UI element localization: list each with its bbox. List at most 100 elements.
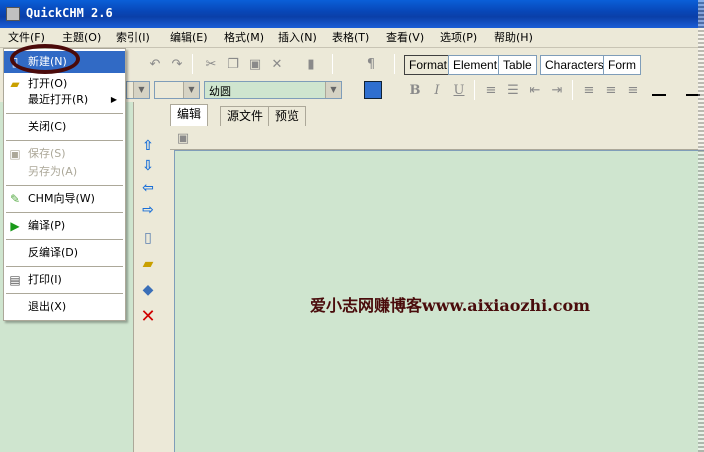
arrow-down-icon[interactable]: ⇩ — [138, 156, 158, 176]
delete-x-icon[interactable]: ✕ — [268, 55, 286, 73]
underline-button[interactable]: U — [450, 81, 468, 99]
menu-item-label: 退出(X) — [28, 300, 67, 313]
play-icon: ▶ — [10, 219, 20, 233]
menu-item-close[interactable]: 关闭(C) — [4, 116, 125, 138]
menu-item-label: 另存为(A) — [28, 165, 78, 178]
chevron-down-icon: ▼ — [133, 82, 149, 98]
format-toolbar: ▼ ▼ 幼圆 ▼ B I U ≡ ☰ ⇤ ⇥ ≡ ≡ ≡ — [126, 78, 704, 102]
menu-options[interactable]: 选项(P) — [440, 30, 477, 46]
menu-bar: 文件(F) 主题(O) 索引(I) 编辑(E) 格式(M) 插入(N) 表格(T… — [0, 28, 704, 48]
arrow-up-icon[interactable]: ⇧ — [138, 136, 158, 156]
color-picker-icon[interactable] — [364, 81, 382, 99]
redo-icon[interactable]: ↷ — [168, 55, 186, 73]
chevron-down-icon: ▼ — [183, 82, 199, 98]
app-icon[interactable] — [6, 7, 20, 21]
menu-table[interactable]: 表格(T) — [332, 30, 369, 46]
font-name: 幼圆 — [209, 85, 231, 98]
menu-help[interactable]: 帮助(H) — [494, 30, 533, 46]
delete-icon[interactable]: ✕ — [138, 306, 158, 327]
printer-icon: ▤ — [9, 273, 21, 287]
bold-button[interactable]: B — [406, 81, 424, 99]
menu-separator — [6, 293, 123, 294]
italic-button[interactable]: I — [428, 81, 446, 99]
chevron-down-icon: ▼ — [325, 82, 341, 98]
menu-item-save-as[interactable]: 另存为(A) — [4, 161, 125, 183]
open-folder-icon[interactable]: ▰ — [138, 254, 158, 274]
menu-view[interactable]: 查看(V) — [386, 30, 424, 46]
menu-item-decompile[interactable]: 反编译(D) — [4, 242, 125, 264]
menu-item-print[interactable]: ▤ 打印(I) — [4, 269, 125, 291]
align-center-icon[interactable]: ≡ — [602, 81, 620, 99]
save-icon: ▣ — [9, 147, 21, 161]
toolbar-separator — [332, 54, 333, 74]
screen-edge — [698, 0, 704, 452]
arrow-left-icon[interactable]: ⇦ — [138, 178, 158, 198]
tab-characters[interactable]: Characters — [540, 55, 609, 75]
menu-insert[interactable]: 插入(N) — [278, 30, 317, 46]
tab-element[interactable]: Element — [448, 55, 503, 75]
tab-edit[interactable]: 编辑 — [170, 104, 209, 126]
outdent-icon[interactable]: ⇤ — [526, 81, 544, 99]
main-toolbar: ↶ ↷ ✂ ❐ ▣ ✕ ▮ ¶ Format Element Table Cha… — [126, 50, 704, 78]
cut-icon[interactable]: ✂ — [202, 55, 220, 73]
menu-separator — [6, 113, 123, 114]
annotation-circle — [10, 44, 80, 74]
menu-separator — [6, 212, 123, 213]
window-title: QuickCHM 2.6 — [26, 6, 113, 20]
toolbar-separator — [474, 80, 475, 100]
numbered-list-icon[interactable]: ≡ — [482, 81, 500, 99]
title-bar: QuickCHM 2.6 — [0, 0, 704, 28]
arrow-right-icon[interactable]: ⇨ — [138, 200, 158, 220]
menu-separator — [6, 185, 123, 186]
watermark-text: 爱小志网赚博客www.aixiaozhi.com — [310, 296, 591, 315]
tab-form[interactable]: Form — [603, 55, 641, 75]
editor-toolbar: ▣ — [170, 126, 704, 150]
tab-preview[interactable]: 预览 — [268, 106, 307, 126]
menu-item-label: CHM向导(W) — [28, 192, 95, 205]
menu-item-recent[interactable]: 最近打开(R) ▶ — [4, 89, 125, 111]
menu-item-exit[interactable]: 退出(X) — [4, 296, 125, 318]
text-color-icon[interactable] — [652, 94, 666, 96]
menu-item-label: 关闭(C) — [28, 120, 67, 133]
save-icon[interactable]: ▣ — [174, 129, 192, 147]
menu-format[interactable]: 格式(M) — [224, 30, 264, 46]
menu-item-label: 反编译(D) — [28, 246, 79, 259]
undo-icon[interactable]: ↶ — [146, 55, 164, 73]
menu-separator — [6, 140, 123, 141]
editor-tab-bar: 编辑 源文件 预览 — [170, 104, 704, 126]
menu-item-label: 最近打开(R) — [28, 93, 89, 106]
indent-icon[interactable]: ⇥ — [548, 81, 566, 99]
bullet-list-icon[interactable]: ☰ — [504, 81, 522, 99]
submenu-arrow-icon: ▶ — [110, 95, 117, 104]
menu-separator — [6, 266, 123, 267]
align-right-icon[interactable]: ≡ — [624, 81, 642, 99]
toolbar-separator — [572, 80, 573, 100]
toolbar-separator — [394, 54, 395, 74]
file-menu-dropdown: ▯ 新建(N) ▰ 打开(O) 最近打开(R) ▶ 关闭(C) ▣ 保存(S) … — [3, 48, 126, 321]
tree-toolbar: ⇧ ⇩ ⇦ ⇨ ▯ ▰ ◆ ✕ — [134, 130, 162, 452]
align-left-icon[interactable]: ≡ — [580, 81, 598, 99]
wand-icon: ✎ — [9, 192, 21, 206]
menu-separator — [6, 239, 123, 240]
menu-item-label: 打印(I) — [28, 273, 62, 286]
copy-icon[interactable]: ❐ — [224, 55, 242, 73]
style-combo[interactable]: ▼ — [126, 81, 150, 99]
pilcrow-icon[interactable]: ¶ — [362, 55, 380, 73]
new-page-icon[interactable]: ▯ — [138, 228, 158, 248]
tab-table[interactable]: Table — [498, 55, 537, 75]
paste-icon[interactable]: ▣ — [246, 55, 264, 73]
font-combo[interactable]: 幼圆 ▼ — [204, 81, 342, 99]
menu-edit[interactable]: 编辑(E) — [170, 30, 208, 46]
clear-icon[interactable]: ▮ — [302, 55, 320, 73]
menu-item-chm-wizard[interactable]: ✎ CHM向导(W) — [4, 188, 125, 210]
tab-source[interactable]: 源文件 — [220, 106, 271, 126]
menu-index[interactable]: 索引(I) — [116, 30, 150, 46]
menu-item-label: 保存(S) — [28, 147, 66, 160]
menu-item-label: 编译(P) — [28, 219, 66, 232]
tab-format[interactable]: Format — [404, 55, 453, 75]
menu-topic[interactable]: 主题(O) — [62, 30, 101, 46]
toolbar-separator — [192, 54, 193, 74]
size-combo[interactable]: ▼ — [154, 81, 200, 99]
menu-item-compile[interactable]: ▶ 编译(P) — [4, 215, 125, 237]
book-icon[interactable]: ◆ — [138, 280, 158, 300]
